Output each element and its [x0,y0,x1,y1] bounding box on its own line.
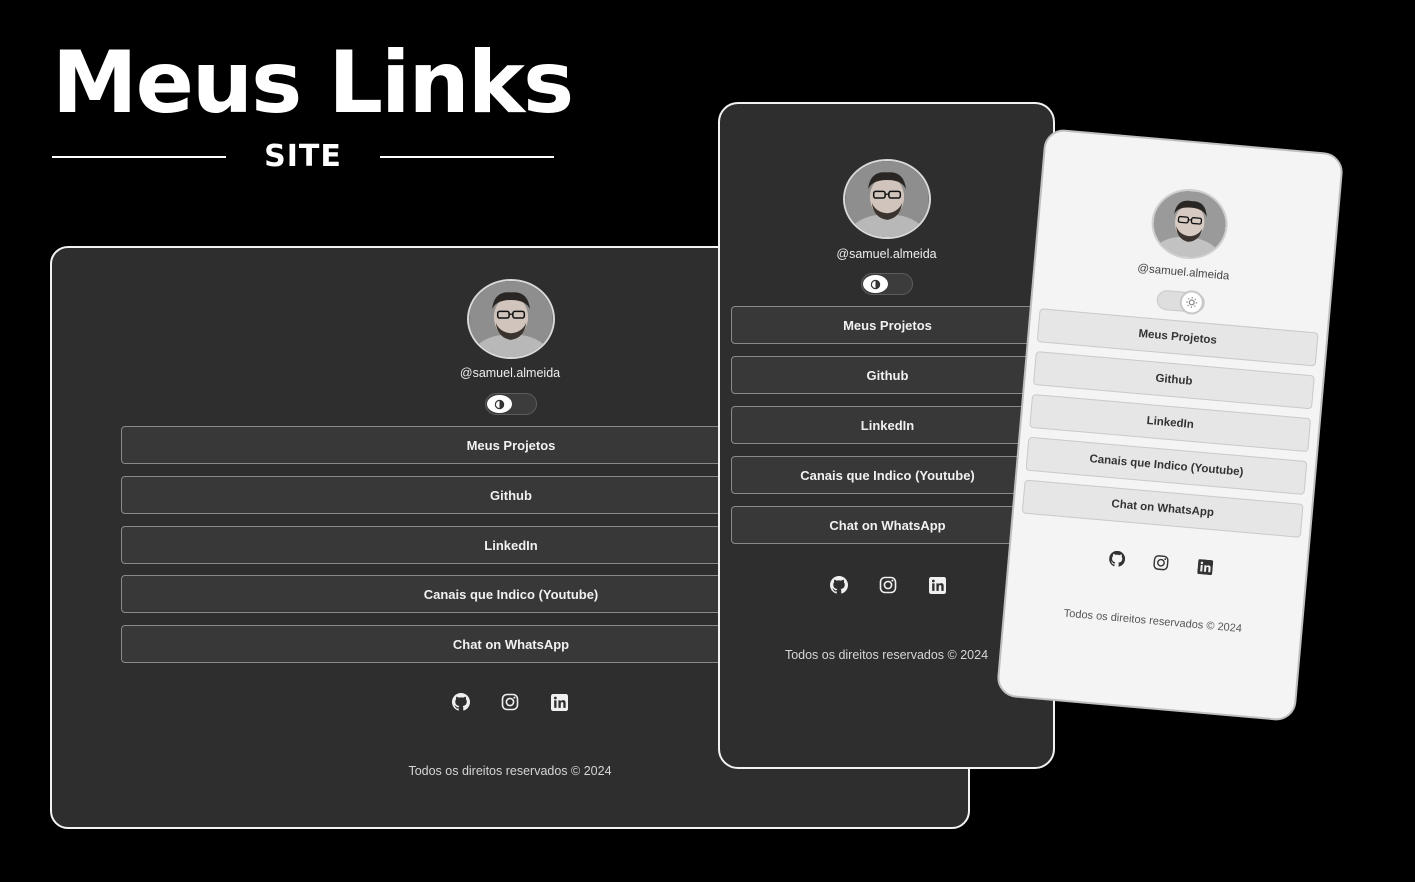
username: @samuel.almeida [1136,262,1230,283]
github-icon[interactable] [450,691,472,713]
instagram-icon[interactable] [499,691,521,713]
profile-photo-icon [1150,188,1229,260]
hero-subtitle: SITE [264,139,342,174]
hero-subtitle-row: SITE [52,139,555,174]
divider-left [52,156,227,158]
link-button-github[interactable]: Github [731,356,1044,394]
moon-icon [487,395,512,413]
profile-photo-icon [469,281,553,357]
hero-title: Meus Links [52,33,574,133]
footer-copyright: Todos os direitos reservados © 2024 [1063,607,1243,636]
linkedin-icon[interactable] [1193,555,1217,579]
avatar [1148,185,1231,263]
mobile-light-preview-card: @samuel.almeida Meus Projetos Github Lin… [995,128,1345,722]
link-button-youtube-channels[interactable]: Canais que Indico (Youtube) [731,456,1044,494]
username: @samuel.almeida [836,247,937,261]
theme-toggle[interactable] [861,273,913,295]
link-button-whatsapp[interactable]: Chat on WhatsApp [731,506,1044,544]
linkedin-icon[interactable] [548,691,570,713]
avatar [843,159,931,239]
sun-icon [1178,289,1205,316]
social-icons [1105,547,1216,579]
theme-toggle[interactable] [485,393,537,415]
profile-photo-icon [845,161,929,237]
moon-icon [863,275,888,293]
instagram-icon[interactable] [1149,551,1173,575]
avatar [467,279,555,359]
linkedin-icon[interactable] [926,574,948,596]
github-icon[interactable] [1105,547,1129,571]
theme-toggle[interactable] [1156,289,1206,316]
instagram-icon[interactable] [877,574,899,596]
link-button-linkedin[interactable]: LinkedIn [731,406,1044,444]
github-icon[interactable] [828,574,850,596]
social-icons [828,574,948,596]
social-icons [450,691,570,713]
link-button-meus-projetos[interactable]: Meus Projetos [731,306,1044,344]
divider-right [379,156,555,158]
